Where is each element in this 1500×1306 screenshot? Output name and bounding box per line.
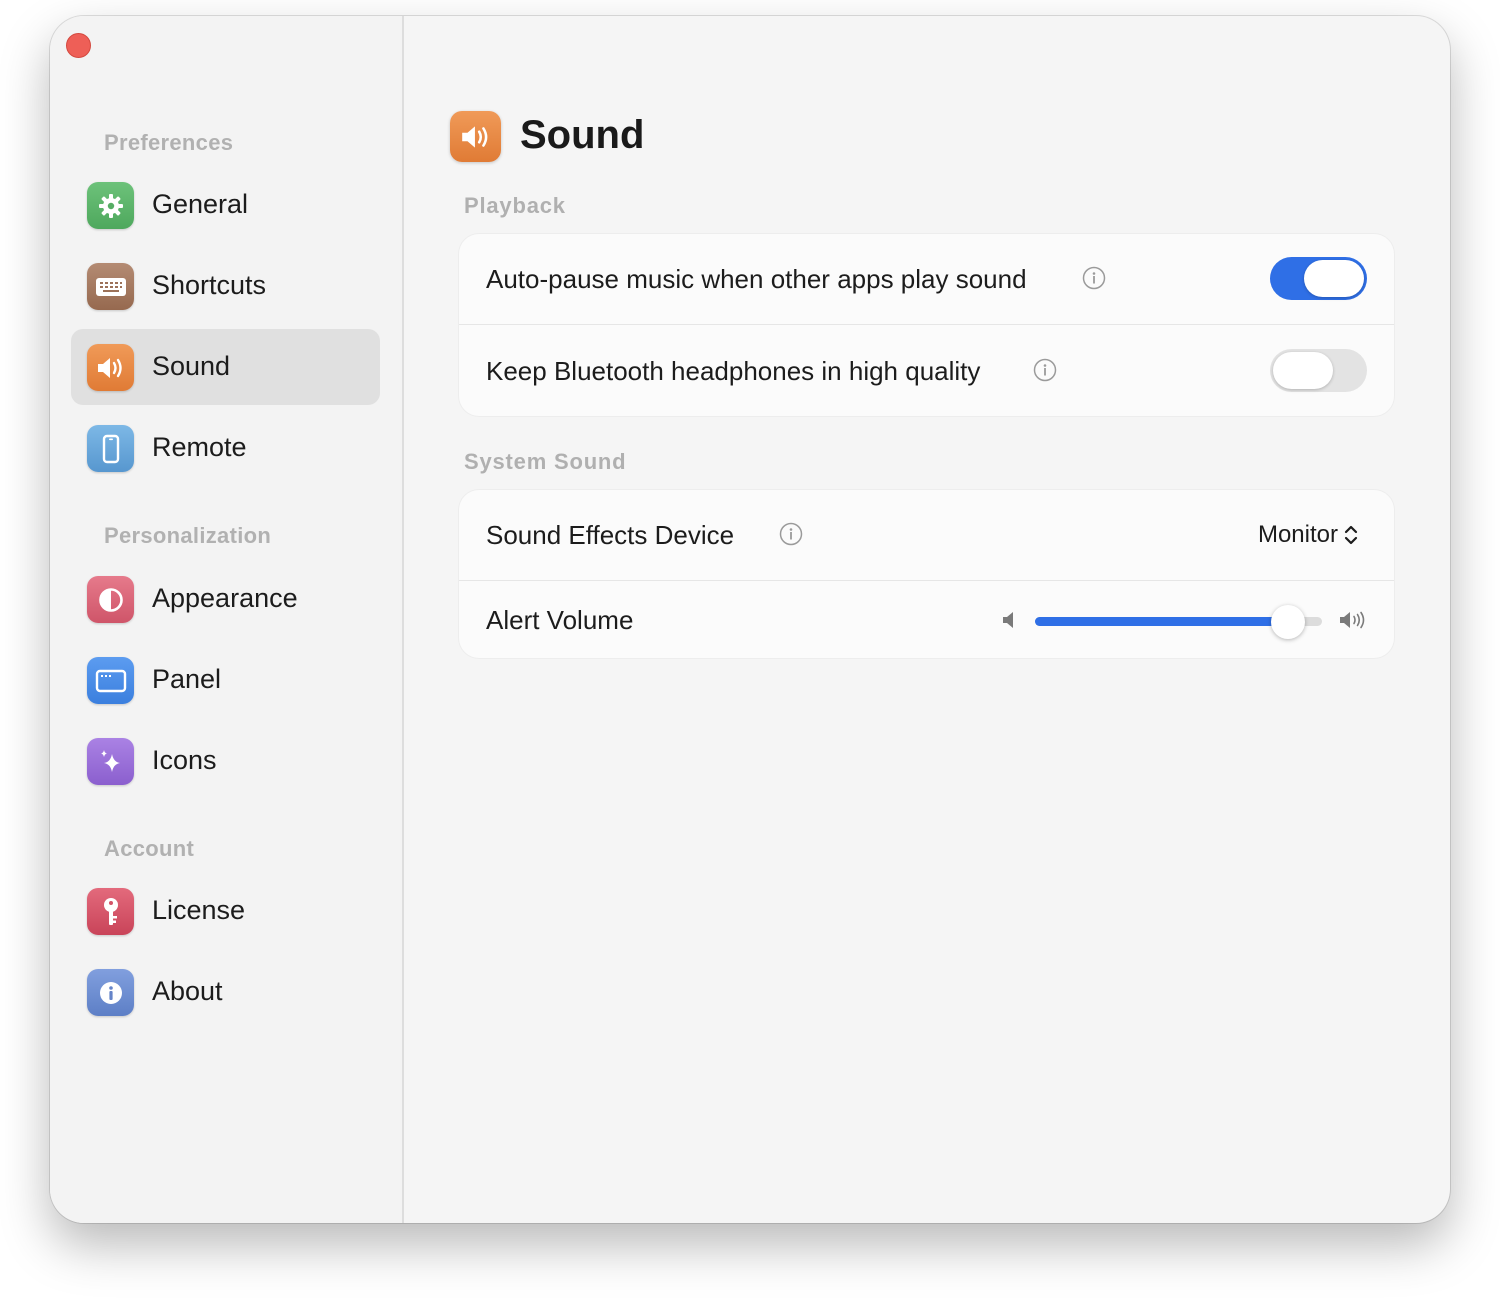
sparkle-icon bbox=[87, 738, 134, 785]
alert-volume-slider[interactable] bbox=[1035, 605, 1322, 639]
info-icon bbox=[87, 969, 134, 1016]
sidebar-section-preferences: Preferences bbox=[104, 130, 234, 155]
sidebar-section-personalization: Personalization bbox=[104, 523, 272, 548]
sidebar-item-sound[interactable]: Sound bbox=[71, 329, 380, 405]
keyboard-icon bbox=[87, 263, 134, 310]
slider-thumb[interactable] bbox=[1270, 605, 1305, 639]
sidebar-item-remote[interactable]: Remote bbox=[71, 410, 380, 486]
sidebar-item-license[interactable]: License bbox=[71, 873, 380, 949]
sidebar-item-label: Panel bbox=[152, 664, 222, 694]
playback-section-title: Playback bbox=[464, 193, 566, 218]
sidebar-item-label: Icons bbox=[152, 745, 217, 775]
contrast-icon bbox=[87, 576, 134, 623]
bluetooth-quality-label: Keep Bluetooth headphones in high qualit… bbox=[486, 356, 981, 386]
sidebar-item-general[interactable]: General bbox=[71, 167, 380, 243]
sidebar-item-about[interactable]: About bbox=[71, 954, 380, 1030]
preferences-window: Preferences General Shortcuts Sound Remo… bbox=[50, 16, 1450, 1223]
speaker-icon bbox=[450, 111, 501, 162]
sound-effects-device-select[interactable]: Monitor bbox=[1258, 521, 1358, 549]
auto-pause-toggle[interactable] bbox=[1270, 257, 1367, 300]
toggle-knob bbox=[1304, 260, 1364, 297]
sound-effects-device-label: Sound Effects Device bbox=[486, 520, 735, 550]
phone-icon bbox=[87, 425, 134, 472]
speaker-icon bbox=[87, 344, 134, 391]
info-icon[interactable] bbox=[1082, 266, 1106, 290]
window-icon bbox=[87, 657, 134, 704]
toggle-knob bbox=[1273, 352, 1333, 389]
bluetooth-quality-toggle[interactable] bbox=[1270, 349, 1367, 392]
sidebar-section-account: Account bbox=[104, 836, 195, 861]
alert-volume-row: Alert Volume bbox=[459, 581, 1394, 658]
sidebar-item-appearance[interactable]: Appearance bbox=[71, 561, 380, 637]
volume-low-icon bbox=[1003, 612, 1013, 628]
auto-pause-label: Auto-pause music when other apps play so… bbox=[486, 264, 1027, 294]
close-window-button[interactable] bbox=[66, 33, 91, 58]
chevron-updown-icon bbox=[1344, 525, 1358, 545]
system-sound-card: Sound Effects Device Monitor Alert Volum… bbox=[459, 490, 1394, 658]
sidebar: Preferences General Shortcuts Sound Remo… bbox=[50, 16, 404, 1223]
select-value: Monitor bbox=[1257, 521, 1338, 548]
slider-fill bbox=[1035, 617, 1288, 626]
info-icon[interactable] bbox=[779, 522, 803, 546]
main-content: Sound Playback Auto-pause music when oth… bbox=[402, 16, 1450, 1223]
info-icon[interactable] bbox=[1033, 358, 1057, 382]
gear-icon bbox=[87, 182, 134, 229]
sidebar-item-label: Shortcuts bbox=[152, 270, 267, 300]
sidebar-item-label: Appearance bbox=[152, 583, 298, 613]
sidebar-item-label: Sound bbox=[152, 351, 231, 381]
playback-card: Auto-pause music when other apps play so… bbox=[459, 234, 1394, 416]
bluetooth-quality-row: Keep Bluetooth headphones in high qualit… bbox=[459, 325, 1394, 416]
sidebar-item-label: About bbox=[152, 976, 223, 1006]
auto-pause-row: Auto-pause music when other apps play so… bbox=[459, 234, 1394, 325]
sidebar-item-shortcuts[interactable]: Shortcuts bbox=[71, 248, 380, 324]
sidebar-item-label: Remote bbox=[152, 432, 247, 462]
alert-volume-label: Alert Volume bbox=[486, 605, 634, 635]
sound-effects-device-row: Sound Effects Device Monitor bbox=[459, 490, 1394, 581]
sidebar-item-label: License bbox=[152, 895, 246, 925]
volume-high-icon bbox=[1340, 611, 1365, 629]
sidebar-item-panel[interactable]: Panel bbox=[71, 642, 380, 718]
sidebar-item-label: General bbox=[152, 189, 249, 219]
page-title: Sound bbox=[520, 113, 645, 157]
sidebar-item-icons[interactable]: Icons bbox=[71, 723, 380, 799]
system-sound-section-title: System Sound bbox=[464, 449, 627, 474]
key-icon bbox=[87, 888, 134, 935]
